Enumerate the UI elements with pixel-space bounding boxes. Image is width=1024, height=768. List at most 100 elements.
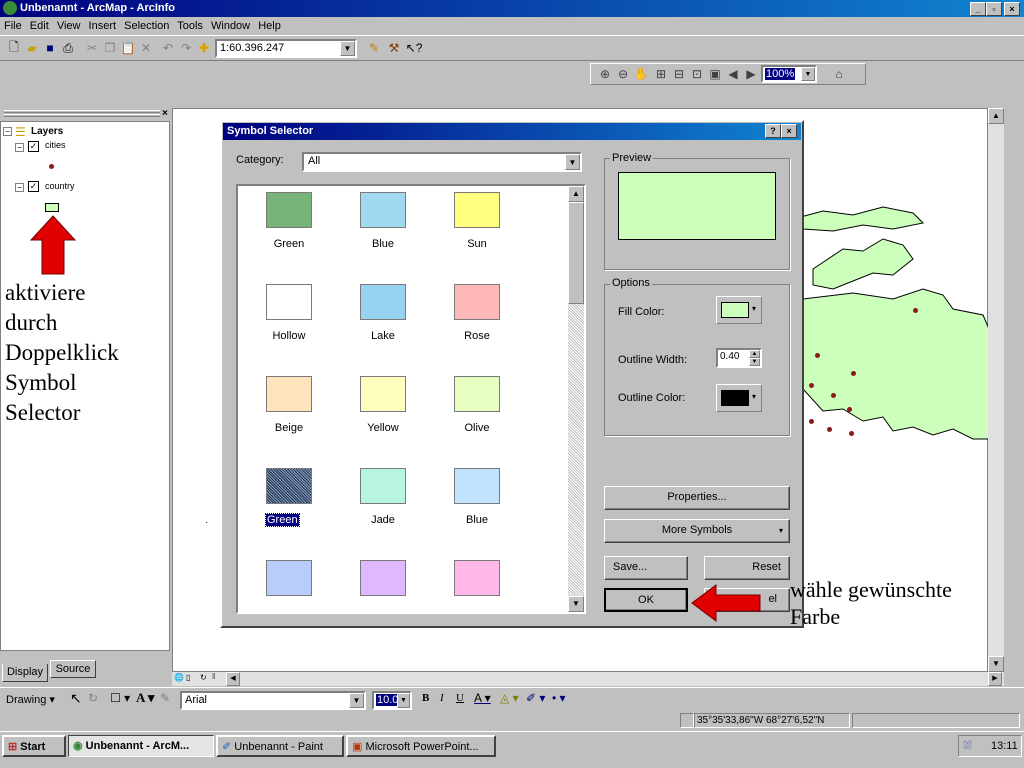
select-elements-icon[interactable]: ↖ bbox=[70, 690, 82, 707]
tab-source[interactable]: Source bbox=[50, 660, 96, 678]
full-extent-icon[interactable]: ⊡ bbox=[689, 66, 705, 82]
collapse-icon[interactable]: − bbox=[15, 143, 24, 152]
collapse-icon[interactable]: − bbox=[15, 183, 24, 192]
toc-grip[interactable] bbox=[4, 110, 160, 113]
symbol-swatch-item[interactable]: Hollow bbox=[244, 284, 334, 364]
fill-color-button[interactable]: ▾ bbox=[716, 296, 762, 324]
menu-tools[interactable]: Tools bbox=[177, 20, 203, 32]
layer-visibility-checkbox[interactable]: ✓ bbox=[28, 141, 39, 152]
spin-up-icon[interactable]: ▲ bbox=[749, 350, 760, 358]
new-icon[interactable]: 🗋 bbox=[6, 40, 22, 56]
toc-root-label[interactable]: Layers bbox=[31, 126, 63, 137]
start-button[interactable]: ⊞ Start bbox=[2, 735, 66, 757]
text-tool-icon[interactable]: A ▾ bbox=[136, 690, 154, 706]
symbol-swatch-item[interactable]: Sun bbox=[432, 192, 522, 272]
data-view-icon[interactable]: 🌐 bbox=[174, 673, 184, 682]
paste-icon[interactable]: 📋 bbox=[120, 40, 136, 56]
italic-icon[interactable]: I bbox=[440, 692, 444, 704]
save-icon[interactable]: ■ bbox=[42, 40, 58, 56]
symbol-swatch-item[interactable] bbox=[432, 560, 522, 612]
symbol-swatch-item[interactable]: Jade bbox=[338, 468, 428, 548]
layout-view-icon[interactable]: ▯ bbox=[186, 673, 190, 682]
cut-icon[interactable]: ✂ bbox=[84, 40, 100, 56]
layout-zoom-combo[interactable]: 100% ▼ bbox=[761, 65, 817, 83]
symbol-swatch-item[interactable]: Olive bbox=[432, 376, 522, 456]
rotate-icon[interactable]: ↻ bbox=[88, 691, 98, 705]
taskbar-item-powerpoint[interactable]: ▣ Microsoft PowerPoint... bbox=[346, 735, 496, 757]
collapse-icon[interactable]: − bbox=[3, 127, 12, 136]
menu-view[interactable]: View bbox=[57, 20, 81, 32]
symbol-swatch-item[interactable]: Blue bbox=[338, 192, 428, 272]
refresh-icon[interactable]: ▣ bbox=[707, 66, 723, 82]
whats-this-icon[interactable]: ↖? bbox=[406, 40, 423, 56]
scroll-up-arrow-icon[interactable]: ▲ bbox=[988, 108, 1004, 124]
maximize-button[interactable]: ▫ bbox=[986, 2, 1002, 16]
close-button[interactable]: × bbox=[1004, 2, 1020, 16]
taskbar-item-paint[interactable]: ✐ Unbenannt - Paint bbox=[216, 735, 344, 757]
symbol-swatch-item[interactable] bbox=[244, 560, 334, 612]
zoom-out-icon[interactable]: ⊖ bbox=[615, 66, 631, 82]
scroll-thumb[interactable] bbox=[568, 202, 584, 304]
undo-icon[interactable]: ↶ bbox=[160, 40, 176, 56]
close-button[interactable]: × bbox=[781, 124, 797, 138]
bold-icon[interactable]: B bbox=[422, 692, 429, 704]
font-size-combo[interactable]: 10.0 ▼ bbox=[372, 691, 412, 710]
ok-button[interactable]: OK bbox=[604, 588, 688, 612]
copy-icon[interactable]: ❐ bbox=[102, 40, 118, 56]
symbol-swatch-item[interactable]: Blue bbox=[432, 468, 522, 548]
scroll-up-arrow-icon[interactable]: ▲ bbox=[568, 186, 584, 202]
menu-file[interactable]: File bbox=[4, 20, 22, 32]
outline-width-spinner[interactable]: 0.40 ▲ ▼ bbox=[716, 348, 762, 368]
editor-toolbar-icon[interactable]: ✎ bbox=[366, 40, 382, 56]
map-horizontal-scrollbar[interactable]: 🌐 ▯ ↻ ‖ ◀ ▶ bbox=[172, 672, 1004, 686]
map-scale-combo[interactable]: 1:60.396.247 ▼ bbox=[215, 39, 357, 58]
reset-button[interactable]: Reset bbox=[704, 556, 790, 580]
layer-name-cities[interactable]: cities bbox=[45, 140, 66, 150]
symbol-swatch-item[interactable]: Green bbox=[244, 192, 334, 272]
print-icon[interactable]: ⎙ bbox=[60, 40, 76, 56]
font-color-icon[interactable]: A ▾ bbox=[474, 691, 491, 705]
layer-visibility-checkbox[interactable]: ✓ bbox=[28, 181, 39, 192]
close-icon[interactable]: × bbox=[162, 108, 168, 119]
layer-name-country[interactable]: country bbox=[45, 181, 75, 191]
menu-selection[interactable]: Selection bbox=[124, 20, 169, 32]
country-polygon-symbol[interactable] bbox=[45, 203, 59, 212]
properties-button[interactable]: Properties... bbox=[604, 486, 790, 510]
delete-icon[interactable]: ✕ bbox=[138, 40, 154, 56]
font-name-combo[interactable]: Arial ▼ bbox=[180, 691, 366, 710]
menu-edit[interactable]: Edit bbox=[30, 20, 49, 32]
menu-window[interactable]: Window bbox=[211, 20, 250, 32]
scroll-left-arrow-icon[interactable]: ◀ bbox=[226, 672, 240, 686]
toggle-draft-mode-icon[interactable]: ⌂ bbox=[831, 66, 847, 82]
gallery-scrollbar[interactable]: ▲ ▼ bbox=[568, 186, 584, 612]
symbol-swatch-item[interactable]: Rose bbox=[432, 284, 522, 364]
map-vertical-scrollbar[interactable]: ▲ ▼ bbox=[988, 108, 1004, 672]
edit-vertices-icon[interactable]: ✎ bbox=[160, 691, 170, 705]
fixed-zoom-out-icon[interactable]: ⊟ bbox=[671, 66, 687, 82]
chevron-down-icon[interactable]: ▼ bbox=[565, 154, 580, 170]
pan-icon[interactable]: ✋ bbox=[633, 66, 649, 82]
chevron-down-icon[interactable]: ▼ bbox=[340, 41, 355, 56]
scroll-right-arrow-icon[interactable]: ▶ bbox=[988, 672, 1002, 686]
city-point-symbol[interactable] bbox=[49, 164, 54, 169]
menu-help[interactable]: Help bbox=[258, 20, 281, 32]
fixed-zoom-in-icon[interactable]: ⊞ bbox=[653, 66, 669, 82]
zoom-in-icon[interactable]: ⊕ bbox=[597, 66, 613, 82]
open-icon[interactable]: ▰ bbox=[24, 40, 40, 56]
chevron-down-icon[interactable]: ▼ bbox=[397, 693, 410, 708]
symbol-swatch-item[interactable]: Green bbox=[244, 468, 334, 548]
symbol-gallery[interactable]: Green Blue Sun Hollow Lake Rose Beige Yellow Oli… bbox=[236, 184, 586, 614]
marker-color-icon[interactable]: • ▾ bbox=[552, 691, 566, 705]
menu-insert[interactable]: Insert bbox=[89, 20, 117, 32]
back-extent-icon[interactable]: ◀ bbox=[725, 66, 741, 82]
chevron-down-icon[interactable]: ▼ bbox=[801, 67, 815, 81]
underline-icon[interactable]: U bbox=[456, 692, 464, 704]
spin-down-icon[interactable]: ▼ bbox=[749, 358, 760, 366]
arctoolbox-icon[interactable]: ⚒ bbox=[386, 40, 402, 56]
network-tray-icon[interactable]: ⛆ bbox=[963, 740, 972, 752]
symbol-swatch-item[interactable] bbox=[338, 560, 428, 612]
rectangle-tool-icon[interactable]: ☐ ▾ bbox=[110, 691, 130, 705]
line-color-icon[interactable]: ✐ ▾ bbox=[526, 691, 545, 705]
fill-color-icon[interactable]: ◬ ▾ bbox=[500, 691, 519, 705]
scroll-down-arrow-icon[interactable]: ▼ bbox=[568, 596, 584, 612]
